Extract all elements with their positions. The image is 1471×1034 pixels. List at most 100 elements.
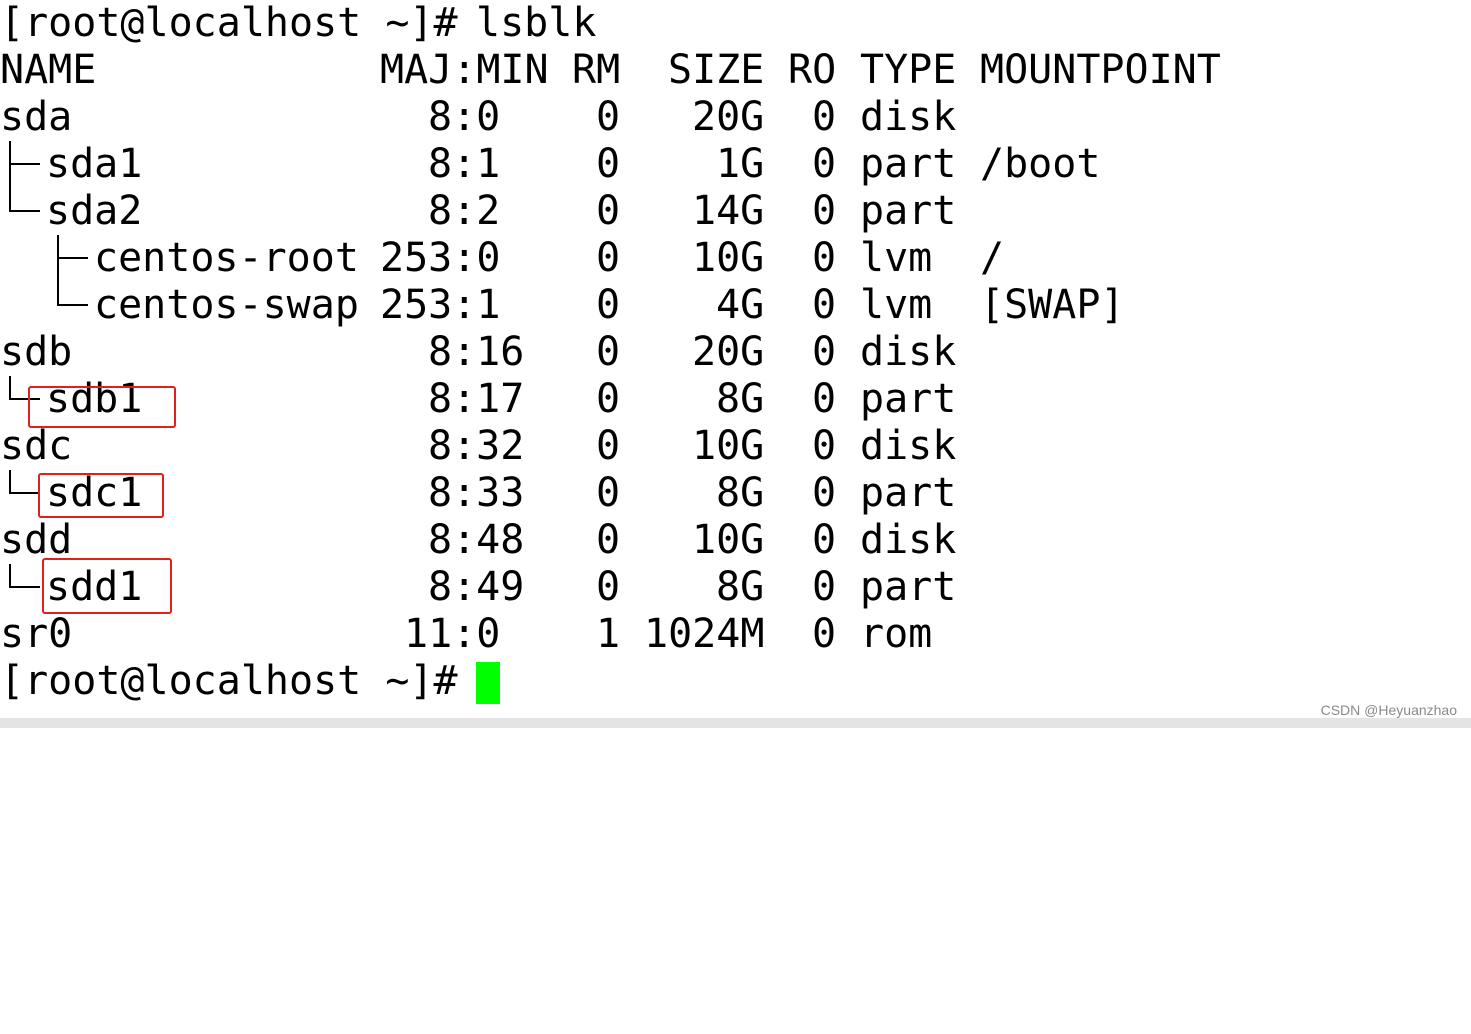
device-type: part xyxy=(860,470,957,516)
device-majmin: 11:0 xyxy=(404,611,501,657)
prompt-line[interactable]: [root@localhost ~]# xyxy=(0,658,500,705)
device-majmin: 8:33 xyxy=(428,470,525,516)
device-majmin: 8:48 xyxy=(428,517,525,563)
device-type: part xyxy=(860,564,957,610)
table-header: NAME MAJ:MIN RM SIZE RO TYPE MOUNTPOINT xyxy=(0,47,1221,94)
header-majmin: MAJ:MIN xyxy=(380,47,549,93)
device-rm: 0 xyxy=(596,517,621,563)
device-ro: 0 xyxy=(812,423,837,469)
device-majmin: 253:0 xyxy=(380,235,501,281)
device-type: rom xyxy=(860,611,933,657)
device-name: centos-root xyxy=(94,235,359,281)
watermark: CSDN @Heyuanzhao xyxy=(1320,702,1457,718)
device-majmin: 8:32 xyxy=(428,423,525,469)
header-size: SIZE xyxy=(668,47,765,93)
device-majmin: 8:17 xyxy=(428,376,525,422)
device-majmin: 8:0 xyxy=(428,94,501,140)
command-line: [root@localhost ~]# lsblk xyxy=(0,0,596,47)
table-row: sdd 8:48 0 10G 0 disk xyxy=(0,517,956,564)
device-ro: 0 xyxy=(812,376,837,422)
terminal-window[interactable]: [root@localhost ~]# lsblk NAME MAJ:MIN R… xyxy=(0,0,1471,718)
table-row: sda2 8:2 0 14G 0 part xyxy=(0,188,956,235)
device-ro: 0 xyxy=(812,188,837,234)
device-type: disk xyxy=(860,517,957,563)
device-size: 10G xyxy=(692,517,765,563)
device-rm: 0 xyxy=(596,564,621,610)
device-rm: 0 xyxy=(596,376,621,422)
device-ro: 0 xyxy=(812,235,837,281)
shell-prompt: [root@localhost ~]# xyxy=(0,0,482,46)
device-name: sdd xyxy=(0,517,73,563)
device-ro: 0 xyxy=(812,282,837,328)
device-rm: 0 xyxy=(596,235,621,281)
device-type: part xyxy=(860,141,957,187)
device-ro: 0 xyxy=(812,94,837,140)
device-rm: 0 xyxy=(596,282,621,328)
device-ro: 0 xyxy=(812,517,837,563)
device-mountpoint: [SWAP] xyxy=(980,282,1125,328)
header-ro: RO xyxy=(788,47,837,93)
device-size: 10G xyxy=(692,423,765,469)
header-mountpoint: MOUNTPOINT xyxy=(980,47,1221,93)
device-name: sr0 xyxy=(0,611,73,657)
window-bottom-edge xyxy=(0,718,1471,728)
device-type: part xyxy=(860,376,957,422)
device-size: 1024M xyxy=(644,611,765,657)
header-name: NAME xyxy=(0,47,97,93)
device-type: disk xyxy=(860,423,957,469)
device-majmin: 8:49 xyxy=(428,564,525,610)
device-ro: 0 xyxy=(812,470,837,516)
device-name: sda xyxy=(0,94,73,140)
table-row: sdb 8:16 0 20G 0 disk xyxy=(0,329,956,376)
table-row: sr0 11:0 1 1024M 0 rom xyxy=(0,611,932,658)
device-name: centos-swap xyxy=(94,282,359,328)
device-type: lvm xyxy=(860,282,933,328)
highlight-box-sdc1 xyxy=(38,473,164,518)
device-rm: 0 xyxy=(596,94,621,140)
device-size: 20G xyxy=(692,329,765,375)
device-size: 1G xyxy=(716,141,765,187)
device-majmin: 8:2 xyxy=(428,188,501,234)
device-ro: 0 xyxy=(812,329,837,375)
device-size: 8G xyxy=(716,564,765,610)
device-majmin: 253:1 xyxy=(380,282,501,328)
table-row: centos-swap 253:1 0 4G 0 lvm [SWAP] xyxy=(0,282,1125,329)
table-row: centos-root 253:0 0 10G 0 lvm / xyxy=(0,235,1004,282)
device-ro: 0 xyxy=(812,141,837,187)
shell-prompt: [root@localhost ~]# xyxy=(0,658,482,704)
device-majmin: 8:1 xyxy=(428,141,501,187)
device-mountpoint: / xyxy=(980,235,1005,281)
device-rm: 0 xyxy=(596,470,621,516)
table-row: sda1 8:1 0 1G 0 part /boot xyxy=(0,141,1100,188)
device-rm: 0 xyxy=(596,141,621,187)
device-size: 14G xyxy=(692,188,765,234)
device-majmin: 8:16 xyxy=(428,329,525,375)
device-rm: 0 xyxy=(596,329,621,375)
table-row: sdc 8:32 0 10G 0 disk xyxy=(0,423,956,470)
device-type: lvm xyxy=(860,235,933,281)
device-type: disk xyxy=(860,94,957,140)
table-row: sda 8:0 0 20G 0 disk xyxy=(0,94,956,141)
device-rm: 0 xyxy=(596,423,621,469)
device-rm: 0 xyxy=(596,188,621,234)
highlight-box-sdb1 xyxy=(28,386,176,428)
device-ro: 0 xyxy=(812,611,837,657)
device-size: 10G xyxy=(692,235,765,281)
device-size: 8G xyxy=(716,470,765,516)
device-type: part xyxy=(860,188,957,234)
device-size: 4G xyxy=(716,282,765,328)
device-name: sda2 xyxy=(46,188,143,234)
command-text: lsblk xyxy=(476,0,597,46)
device-name: sda1 xyxy=(46,141,143,187)
device-name: sdc xyxy=(0,423,73,469)
device-mountpoint: /boot xyxy=(980,141,1101,187)
device-rm: 1 xyxy=(596,611,621,657)
header-rm: RM xyxy=(572,47,621,93)
device-size: 20G xyxy=(692,94,765,140)
device-type: disk xyxy=(860,329,957,375)
text-cursor[interactable] xyxy=(476,662,500,704)
header-type: TYPE xyxy=(860,47,957,93)
device-ro: 0 xyxy=(812,564,837,610)
device-size: 8G xyxy=(716,376,765,422)
highlight-box-sdd1 xyxy=(42,558,172,614)
